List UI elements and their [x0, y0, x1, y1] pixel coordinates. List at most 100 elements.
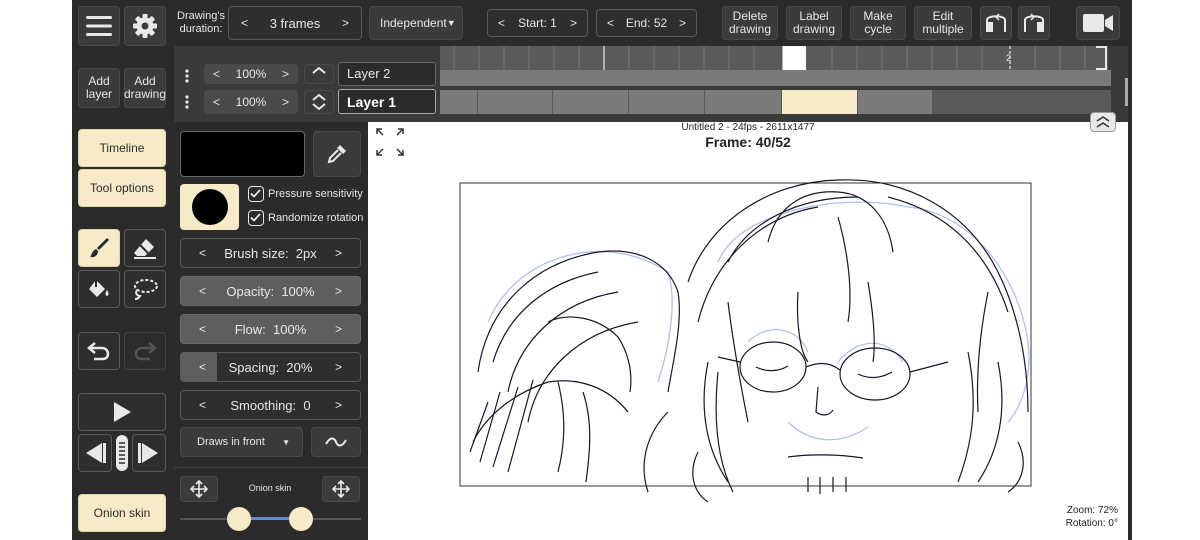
- layer-2-opacity-increase[interactable]: >: [282, 67, 289, 81]
- flip-right-button[interactable]: [1018, 6, 1050, 40]
- label-drawing-button[interactable]: Label drawing: [786, 6, 842, 40]
- stroke-stabilizer-button[interactable]: [311, 427, 361, 457]
- layer-1-opacity-stepper[interactable]: < 100% >: [204, 90, 298, 114]
- pressure-checkbox[interactable]: [248, 186, 264, 202]
- fill-tool-button[interactable]: [78, 270, 120, 308]
- lasso-icon: [134, 279, 158, 300]
- camera-button[interactable]: [1076, 6, 1120, 40]
- layer-2-opacity-stepper[interactable]: < 100% >: [204, 64, 298, 84]
- spacing-increase[interactable]: >: [335, 360, 342, 374]
- layer-2-opacity-decrease[interactable]: <: [213, 67, 220, 81]
- spacing-stepper[interactable]: < Spacing: 20% >: [180, 352, 361, 382]
- eyedropper-button[interactable]: [313, 131, 361, 177]
- play-button[interactable]: [78, 393, 166, 431]
- duration-decrease-arrow[interactable]: <: [241, 16, 248, 30]
- brush-tool-button[interactable]: [78, 229, 120, 267]
- menu-button[interactable]: [78, 6, 120, 46]
- edit-multiple-label: Edit multiple: [922, 9, 964, 36]
- undo-button[interactable]: [78, 332, 120, 370]
- duration-value: 3 frames: [269, 15, 321, 31]
- brush-shape-preview[interactable]: [180, 184, 239, 230]
- collapse-timeline-button[interactable]: [1090, 112, 1116, 132]
- selected-drawing-cell[interactable]: [782, 90, 858, 114]
- start-stepper[interactable]: < Start: 1 >: [487, 9, 588, 37]
- duration-increase-arrow[interactable]: >: [342, 16, 349, 30]
- delete-drawing-button[interactable]: Delete drawing: [722, 6, 778, 40]
- layer-2-reorder[interactable]: [304, 64, 334, 84]
- smoothing-decrease[interactable]: <: [199, 398, 206, 412]
- add-drawing-button[interactable]: Add drawing: [124, 68, 166, 108]
- make-cycle-button[interactable]: Make cycle: [850, 6, 906, 40]
- smoothing-increase[interactable]: >: [335, 398, 342, 412]
- end-decrease-arrow[interactable]: <: [607, 16, 614, 30]
- onion-skin-button[interactable]: Onion skin: [78, 494, 166, 532]
- layer-1-opacity-decrease[interactable]: <: [213, 95, 220, 109]
- start-decrease-arrow[interactable]: <: [498, 16, 505, 30]
- next-frame-button[interactable]: [132, 434, 166, 472]
- move-arrows-icon: [190, 480, 208, 498]
- rotation-readout: Rotation: 0°: [1065, 518, 1118, 529]
- paint-bucket-icon: [89, 280, 109, 297]
- add-layer-button[interactable]: Add layer: [78, 68, 120, 108]
- onion-slider-thumb-before[interactable]: [227, 507, 251, 531]
- opacity-decrease[interactable]: <: [199, 284, 206, 298]
- duration-stepper[interactable]: < 3 frames >: [228, 6, 362, 40]
- drawing-canvas[interactable]: [368, 122, 1128, 540]
- timeline-button[interactable]: Timeline: [78, 129, 166, 167]
- previous-frame-button[interactable]: [78, 434, 112, 472]
- frame-scrubber-handle[interactable]: [114, 434, 130, 472]
- opacity-stepper[interactable]: < Opacity: 100% >: [180, 276, 361, 306]
- start-increase-arrow[interactable]: >: [570, 16, 577, 30]
- timing-mode-dropdown[interactable]: Independent ▼: [369, 6, 463, 40]
- end-increase-arrow[interactable]: >: [679, 16, 686, 30]
- drawing-cell[interactable]: [705, 90, 782, 114]
- layer-1-menu[interactable]: [176, 91, 198, 113]
- end-stepper[interactable]: < End: 52 >: [596, 9, 697, 37]
- onion-move-left-button[interactable]: [180, 476, 218, 502]
- video-camera-icon: [1083, 14, 1113, 32]
- layer-2-name[interactable]: Layer 2: [338, 62, 436, 86]
- timeline-ruler[interactable]: 2: [440, 46, 1108, 70]
- lasso-tool-button[interactable]: [124, 270, 166, 308]
- drawing-cell[interactable]: [440, 90, 478, 114]
- onion-slider-thumb-after[interactable]: [289, 507, 313, 531]
- layer-1-name[interactable]: Layer 1: [338, 89, 436, 114]
- flow-decrease[interactable]: <: [199, 322, 206, 336]
- playhead-marker[interactable]: [783, 46, 806, 70]
- layer-1-reorder[interactable]: [304, 90, 334, 114]
- drawing-cell[interactable]: [858, 90, 933, 114]
- move-arrows-icon: [332, 480, 350, 498]
- draw-mode-dropdown[interactable]: Draws in front ▼: [180, 427, 303, 457]
- tool-options-button[interactable]: Tool options: [78, 169, 166, 207]
- flow-stepper[interactable]: < Flow: 100% >: [180, 314, 361, 344]
- spacing-decrease[interactable]: <: [199, 360, 206, 374]
- settings-button[interactable]: [124, 6, 166, 46]
- brush-size-increase[interactable]: >: [335, 246, 342, 260]
- add-drawing-label: Add drawing: [123, 74, 167, 101]
- smoothing-stepper[interactable]: < Smoothing: 0 >: [180, 390, 361, 420]
- edit-multiple-button[interactable]: Edit multiple: [914, 6, 972, 40]
- layer-2-track[interactable]: [440, 70, 1111, 86]
- drawing-cell[interactable]: [629, 90, 705, 114]
- onion-move-right-button[interactable]: [322, 476, 360, 502]
- redo-button[interactable]: [124, 332, 166, 370]
- start-value: Start: 1: [518, 15, 557, 30]
- brush-size-stepper[interactable]: < Brush size: 2px >: [180, 238, 361, 268]
- color-swatch[interactable]: [180, 131, 305, 177]
- flow-increase[interactable]: >: [335, 322, 342, 336]
- range-end-bracket[interactable]: [1096, 46, 1108, 70]
- opacity-increase[interactable]: >: [335, 284, 342, 298]
- brush-size-decrease[interactable]: <: [199, 246, 206, 260]
- drawing-cell[interactable]: [478, 90, 553, 114]
- randomize-checkbox[interactable]: [248, 210, 264, 226]
- layer-1-opacity-increase[interactable]: >: [282, 95, 289, 109]
- flip-left-icon: [986, 13, 1006, 32]
- canvas-area[interactable]: Untitled 2 - 24fps - 2611x1477 Frame: 40…: [368, 112, 1128, 540]
- layer-1-track[interactable]: [440, 90, 1111, 114]
- layer-2-menu[interactable]: [176, 66, 198, 86]
- flip-left-button[interactable]: [980, 6, 1012, 40]
- drawing-cell[interactable]: [553, 90, 629, 114]
- eraser-tool-button[interactable]: [124, 229, 166, 267]
- make-cycle-label: Make cycle: [863, 9, 893, 36]
- timeline-scrollbar[interactable]: [1125, 78, 1128, 106]
